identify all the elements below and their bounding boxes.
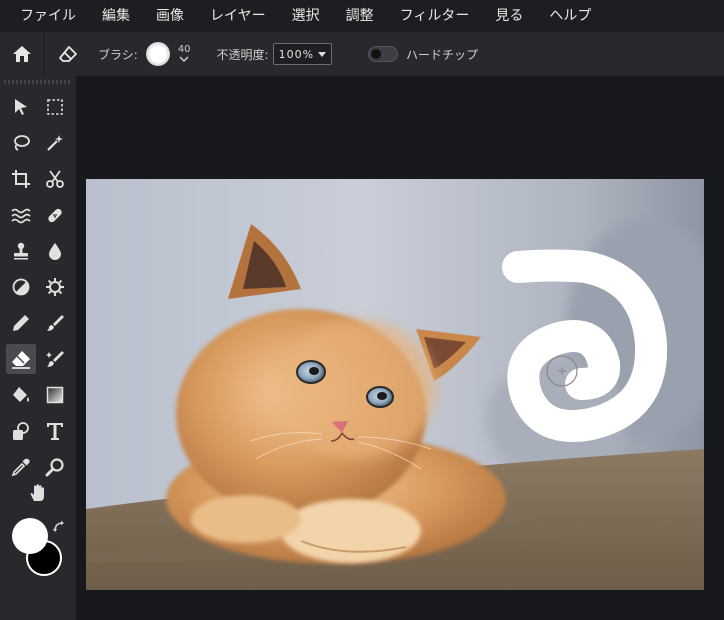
shape-tool[interactable]: [6, 416, 36, 446]
opacity-dropdown[interactable]: 100%: [272, 43, 333, 65]
magic-wand-tool[interactable]: [40, 128, 70, 158]
clone-stamp-tool[interactable]: [6, 236, 36, 266]
options-bar: ブラシ: 40 不透明度: 100% ハードチップ: [0, 32, 724, 76]
brush-sparkle-icon: [46, 351, 64, 367]
menu-filter[interactable]: フィルター: [396, 0, 474, 32]
move-tool[interactable]: [6, 92, 36, 122]
menu-adjust[interactable]: 調整: [342, 0, 378, 32]
toggle-knob: [371, 49, 382, 59]
menu-bar: ファイル 編集 画像 レイヤー 選択 調整 フィルター 見る ヘルプ: [0, 0, 724, 32]
hand-tool[interactable]: [23, 478, 53, 508]
dashed-rectangle-icon: [47, 99, 63, 115]
lasso-tool[interactable]: [6, 128, 36, 158]
hand-icon: [30, 484, 44, 501]
eraser-tool[interactable]: [6, 344, 36, 374]
workspace: [76, 76, 724, 620]
color-swatches: [10, 516, 68, 576]
paintbrush-icon: [47, 315, 64, 331]
marquee-tool[interactable]: [40, 92, 70, 122]
lasso-icon: [14, 135, 30, 151]
crop-tool[interactable]: [6, 164, 36, 194]
half-circle-icon: [12, 278, 30, 296]
menu-layer[interactable]: レイヤー: [206, 0, 270, 32]
brush-preset-picker[interactable]: [145, 42, 170, 66]
stamp-icon: [14, 242, 28, 260]
swap-colors-icon[interactable]: [52, 520, 66, 534]
caret-down-icon: [318, 51, 327, 57]
text-t-icon: [47, 423, 63, 440]
home-icon: [12, 46, 31, 62]
shapes-icon: [13, 422, 29, 440]
gradient-tool[interactable]: [40, 380, 70, 410]
panel-grip-handle[interactable]: [4, 80, 72, 84]
pencil-icon: [13, 315, 29, 331]
brush-label: ブラシ:: [98, 47, 138, 62]
chevron-down-icon: [179, 56, 189, 63]
arrow-pointer-icon: [15, 99, 27, 115]
paint-bucket-icon: [13, 387, 29, 402]
image-canvas[interactable]: [86, 179, 704, 590]
sponge-tool[interactable]: [40, 272, 70, 302]
magnifier-icon: [45, 458, 64, 477]
magic-wand-icon: [47, 135, 63, 151]
crop-icon: [12, 170, 30, 188]
water-drop-icon: [49, 243, 61, 260]
slice-tool[interactable]: [40, 164, 70, 194]
bandage-icon: [48, 208, 62, 223]
opacity-label: 不透明度:: [216, 47, 269, 62]
menu-image[interactable]: 画像: [152, 0, 188, 32]
home-button[interactable]: [0, 32, 44, 76]
brush-size-value: 40: [177, 44, 191, 55]
foreground-color-swatch[interactable]: [12, 518, 48, 554]
paint-bucket-tool[interactable]: [6, 380, 36, 410]
dodge-tool[interactable]: [6, 272, 36, 302]
menu-help[interactable]: ヘルプ: [545, 0, 595, 32]
opacity-value: 100%: [278, 47, 315, 61]
tool-panel: [0, 76, 76, 620]
waves-icon: [11, 208, 31, 224]
brush-size-stepper[interactable]: 40: [178, 45, 191, 63]
healing-tool[interactable]: [40, 200, 70, 230]
hard-tip-toggle[interactable]: [368, 46, 399, 62]
current-tool-eraser-icon: [50, 32, 86, 76]
pencil-tool[interactable]: [6, 308, 36, 338]
brush-tool[interactable]: [40, 308, 70, 338]
menu-edit[interactable]: 編集: [98, 0, 134, 32]
gradient-square-icon: [46, 386, 64, 404]
blur-tool[interactable]: [40, 236, 70, 266]
eyedropper-icon: [11, 458, 30, 477]
hard-tip-label: ハードチップ: [406, 47, 479, 62]
menu-file[interactable]: ファイル: [16, 0, 80, 32]
liquify-tool[interactable]: [6, 200, 36, 230]
sun-gear-icon: [46, 278, 64, 296]
text-tool[interactable]: [40, 416, 70, 446]
menu-select[interactable]: 選択: [288, 0, 324, 32]
menu-view[interactable]: 見る: [491, 0, 527, 32]
scissors-icon: [46, 170, 64, 188]
eraser-icon: [12, 351, 30, 369]
replace-color-tool[interactable]: [40, 344, 70, 374]
kitten-photo: [86, 179, 704, 590]
